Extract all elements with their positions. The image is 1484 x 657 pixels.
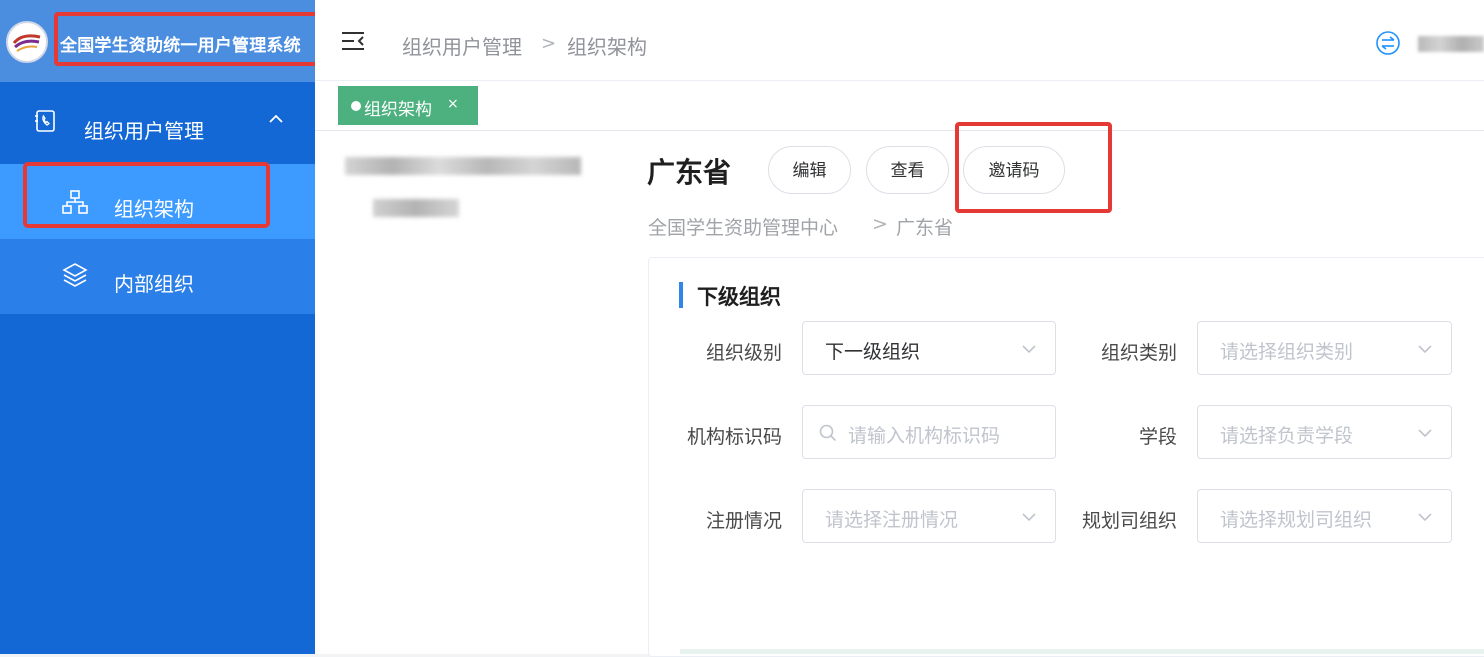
school-stage-select[interactable]: 请选择负责学段	[1197, 405, 1452, 459]
select-placeholder: 请选择负责学段	[1220, 425, 1354, 447]
filter-label-registered: 注册情况	[705, 510, 782, 532]
org-tree-node-blurred[interactable]	[373, 199, 459, 217]
edit-button[interactable]: 编辑	[768, 146, 851, 194]
sub-org-panel: 下级组织 组织级别 下一级组织 组织类别 请选择组织类别 机构标识码 请输入机构…	[648, 257, 1484, 657]
org-tree-node-blurred[interactable]	[345, 157, 581, 175]
registration-status-select[interactable]: 请选择注册情况	[802, 489, 1056, 543]
org-path-item: 广东省	[896, 217, 954, 239]
highlight-box-org-structure	[23, 162, 270, 228]
top-header: 组织用户管理 > 组织架构	[315, 0, 1484, 81]
user-name-blurred[interactable]	[1418, 36, 1484, 52]
tab-org-structure[interactable]: 组织架构 ×	[338, 86, 478, 125]
sidebar-menu-org-user-management[interactable]: 组织用户管理	[0, 88, 315, 164]
org-code-input[interactable]: 请输入机构标识码	[802, 405, 1056, 459]
select-placeholder: 请选择规划司组织	[1220, 509, 1373, 531]
sidebar: 全国学生资助统一用户管理系统 组织用户管理 组织架构 内部组织	[0, 0, 340, 654]
chevron-down-icon	[1418, 429, 1432, 438]
tag-active-dot	[351, 101, 361, 111]
filter-label-code: 机构标识码	[686, 426, 782, 448]
chevron-down-icon	[1022, 345, 1036, 354]
bottom-divider	[680, 649, 1484, 654]
org-category-select[interactable]: 请选择组织类别	[1197, 321, 1452, 375]
chevron-down-icon	[1022, 513, 1036, 522]
breadcrumb-item[interactable]: 组织用户管理	[402, 31, 522, 60]
org-path-item[interactable]: 全国学生资助管理中心	[648, 213, 838, 240]
main-content: 广东省 编辑 查看 邀请码 全国学生资助管理中心 > 广东省 下级组织 组织级别…	[315, 122, 1484, 657]
org-title: 广东省	[647, 156, 732, 189]
org-path-separator: >	[872, 213, 888, 235]
filter-label-category: 组织类别	[1100, 342, 1177, 364]
chevron-down-icon	[1418, 345, 1432, 354]
breadcrumb-item: 组织架构	[567, 35, 647, 59]
filter-label-planning: 规划司组织	[1081, 510, 1177, 532]
planning-org-select[interactable]: 请选择规划司组织	[1197, 489, 1452, 543]
layers-icon	[62, 263, 88, 287]
select-value: 下一级组织	[825, 341, 921, 363]
switch-icon[interactable]	[1375, 30, 1401, 56]
sidebar-item-label: 内部组织	[114, 272, 194, 296]
sidebar-menu-label: 组织用户管理	[84, 119, 204, 143]
org-level-select[interactable]: 下一级组织	[802, 321, 1056, 375]
close-icon[interactable]: ×	[447, 96, 459, 112]
highlight-box-invite-code	[955, 122, 1112, 213]
tags-bar: 组织架构 ×	[315, 81, 1484, 131]
filter-label-stage: 学段	[1138, 426, 1177, 448]
search-icon	[819, 424, 837, 442]
chevron-down-icon	[1418, 513, 1432, 522]
tag-label: 组织架构	[364, 100, 432, 120]
chevron-up-icon[interactable]	[268, 114, 284, 124]
panel-title: 下级组织	[697, 285, 781, 309]
breadcrumb-separator: >	[541, 33, 557, 54]
select-placeholder: 请选择组织类别	[1220, 341, 1354, 363]
input-placeholder: 请输入机构标识码	[848, 425, 1001, 447]
panel-accent-bar	[679, 282, 683, 308]
view-button[interactable]: 查看	[866, 146, 949, 194]
sidebar-item-internal-org[interactable]: 内部组织	[0, 239, 315, 314]
app-logo	[6, 21, 48, 63]
phone-book-icon	[35, 110, 55, 132]
highlight-box-app-title	[54, 12, 340, 66]
select-placeholder: 请选择注册情况	[825, 509, 959, 531]
filter-label-level: 组织级别	[705, 342, 782, 364]
menu-fold-icon[interactable]	[341, 31, 365, 51]
